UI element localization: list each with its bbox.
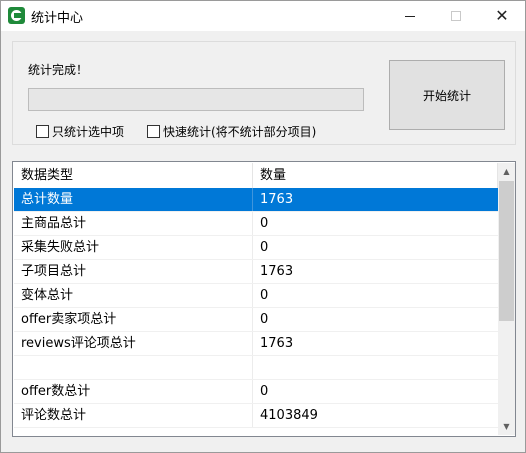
list-row[interactable]: offer卖家项总计 0 — [14, 308, 498, 332]
row-type: 采集失败总计 — [14, 236, 253, 259]
maximize-button — [433, 1, 479, 31]
minimize-icon — [405, 15, 415, 17]
checkbox-box[interactable] — [147, 125, 160, 138]
row-type: offer卖家项总计 — [14, 308, 253, 331]
row-count: 0 — [260, 312, 269, 327]
column-header-type[interactable]: 数据类型 — [14, 163, 253, 188]
progress-bar — [28, 88, 364, 111]
list-row[interactable]: 评论数总计 4103849 — [14, 404, 498, 428]
stats-list-view[interactable]: 数据类型 数量 总计数量 1763 主商品总计 0 采集失败总计 0 子项目总计 176… — [12, 161, 516, 437]
column-header-count[interactable]: 数量 — [253, 163, 498, 188]
row-count: 0 — [260, 216, 269, 231]
quick-stats-label: 快速统计(将不统计部分项目) — [163, 125, 317, 139]
list-row[interactable]: 变体总计 0 — [14, 284, 498, 308]
list-row[interactable] — [14, 356, 498, 380]
app-logo-icon — [8, 7, 25, 24]
row-type: 变体总计 — [14, 284, 253, 307]
status-text: 统计完成！ — [28, 63, 89, 77]
start-stats-button[interactable]: 开始统计 — [389, 60, 505, 130]
list-row[interactable]: reviews评论项总计 1763 — [14, 332, 498, 356]
row-type: 评论数总计 — [14, 404, 253, 427]
list-rows: 总计数量 1763 主商品总计 0 采集失败总计 0 子项目总计 1763 变体总计 0 … — [14, 188, 498, 428]
row-count: 0 — [260, 240, 269, 255]
row-count: 0 — [260, 288, 269, 303]
list-row[interactable]: offer数总计 0 — [14, 380, 498, 404]
title-bar[interactable]: 统计中心 ✕ — [1, 1, 525, 31]
window-title: 统计中心 — [31, 11, 84, 26]
row-type: 子项目总计 — [14, 260, 253, 283]
row-count: 1763 — [260, 264, 294, 279]
row-count: 1763 — [260, 192, 294, 207]
close-icon: ✕ — [495, 6, 509, 25]
list-row[interactable]: 总计数量 1763 — [14, 188, 498, 212]
list-row[interactable]: 子项目总计 1763 — [14, 260, 498, 284]
scrollbar-thumb[interactable] — [499, 181, 514, 321]
row-type: reviews评论项总计 — [14, 332, 253, 355]
row-count — [253, 356, 498, 379]
maximize-icon — [451, 11, 461, 21]
scroll-down-icon[interactable]: ▼ — [498, 418, 515, 435]
row-count: 4103849 — [260, 408, 318, 423]
control-panel: 统计完成！ 只统计选中项 快速统计(将不统计部分项目) 开始统计 — [12, 41, 516, 145]
row-type: 主商品总计 — [14, 212, 253, 235]
close-button[interactable]: ✕ — [479, 1, 525, 31]
stats-center-window: 统计中心 ✕ 统计完成！ 只统计选中项 快速统计(将不统计部分项目) 开始统计 … — [0, 0, 526, 453]
scroll-up-icon[interactable]: ▲ — [498, 163, 515, 180]
row-count: 1763 — [260, 336, 294, 351]
minimize-button[interactable] — [387, 1, 433, 31]
checkbox-box[interactable] — [36, 125, 49, 138]
selected-only-checkbox[interactable]: 只统计选中项 — [36, 123, 124, 140]
row-count: 0 — [260, 384, 269, 399]
row-type: 总计数量 — [14, 188, 253, 211]
list-row[interactable]: 主商品总计 0 — [14, 212, 498, 236]
row-type: offer数总计 — [14, 380, 253, 403]
selected-only-label: 只统计选中项 — [52, 125, 125, 139]
list-header: 数据类型 数量 — [14, 163, 498, 188]
list-row[interactable]: 采集失败总计 0 — [14, 236, 498, 260]
row-type — [14, 356, 253, 379]
quick-stats-checkbox[interactable]: 快速统计(将不统计部分项目) — [147, 123, 316, 140]
vertical-scrollbar[interactable]: ▲ ▼ — [498, 163, 515, 435]
